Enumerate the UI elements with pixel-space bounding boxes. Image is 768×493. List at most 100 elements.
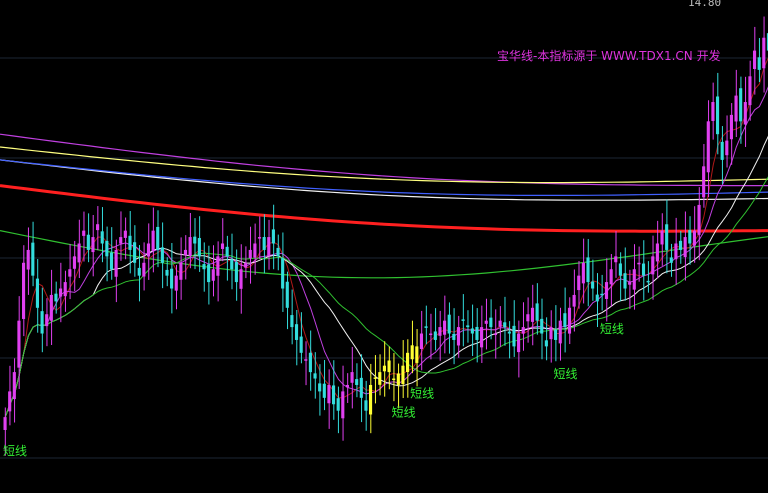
candle-body — [739, 88, 743, 122]
candle-body — [688, 230, 692, 244]
candle-body — [170, 268, 174, 289]
candle-body — [216, 256, 220, 276]
candle-body — [406, 352, 410, 373]
candle-body — [396, 373, 400, 385]
candle-body — [359, 377, 363, 398]
candle-body — [382, 365, 386, 372]
candle-body — [757, 57, 761, 70]
candle-body — [443, 320, 447, 335]
candle-body — [581, 262, 585, 284]
candle-body — [665, 224, 669, 250]
candle-body — [600, 293, 604, 296]
candle-body — [160, 247, 164, 263]
candle-body — [350, 372, 354, 383]
candle-body — [678, 240, 683, 250]
candle-body — [748, 76, 752, 106]
candle-body — [133, 242, 137, 263]
candle-body — [225, 246, 229, 257]
signal-label: 短线 — [410, 386, 434, 400]
candle-body — [336, 398, 340, 411]
candle-body — [572, 294, 576, 307]
candle-body — [31, 242, 35, 276]
signal-label: 短线 — [3, 444, 27, 458]
candle-body — [105, 240, 109, 257]
candle-body — [123, 230, 127, 238]
candle-body — [517, 333, 521, 353]
candle-body — [623, 273, 627, 289]
candle-body — [554, 329, 558, 340]
candle-body — [591, 281, 595, 289]
candle-body — [456, 327, 461, 346]
candle-body — [493, 333, 498, 336]
candle-body — [253, 243, 257, 258]
candle-body — [207, 264, 211, 283]
candle-body — [461, 319, 465, 321]
candle-body — [646, 280, 650, 283]
candle-body — [595, 294, 599, 302]
candle-body — [401, 365, 405, 385]
candle-body — [577, 275, 581, 291]
candle-body — [378, 372, 382, 385]
top-price-label: 14.80 — [688, 0, 722, 9]
candle-body — [452, 333, 456, 340]
candle-body — [429, 333, 433, 336]
candle-body — [549, 327, 553, 340]
signal-label: 短线 — [554, 367, 578, 381]
candle-body — [109, 252, 114, 270]
candle-body — [40, 311, 44, 334]
candle-body — [308, 352, 312, 373]
candle-body — [614, 256, 618, 263]
candle-body — [503, 322, 507, 328]
candle-body — [322, 383, 326, 398]
candle-body — [59, 288, 63, 297]
candle-body — [63, 282, 67, 297]
candle-body — [720, 141, 724, 160]
candle-body — [202, 264, 206, 270]
candle-body — [290, 315, 294, 328]
candle-body — [137, 267, 141, 276]
candle-body — [433, 331, 437, 340]
candle-body — [341, 391, 345, 419]
watermark-text: 宝华线-本指标源于 WWW.TDX1.CN 开发 — [497, 49, 721, 63]
candle-body — [179, 262, 183, 280]
candle-body — [368, 384, 373, 415]
candle-body — [281, 258, 285, 289]
candle-body — [49, 294, 53, 321]
candle-body — [22, 262, 26, 319]
candle-body — [674, 243, 678, 260]
candle-body — [743, 102, 747, 125]
candle-body — [211, 269, 215, 281]
candle-body — [373, 377, 377, 379]
candle-body — [188, 237, 192, 256]
candle-body — [96, 224, 100, 231]
candle-body — [725, 140, 729, 156]
candle-body — [165, 269, 169, 276]
candle-body — [480, 327, 484, 348]
candle-body — [683, 237, 687, 258]
candle-body — [271, 229, 275, 244]
candle-body — [563, 313, 567, 328]
candle-body — [299, 336, 303, 353]
candle-body — [35, 278, 40, 308]
candle-body — [294, 324, 299, 340]
candle-body — [729, 114, 733, 140]
candle-body — [234, 261, 238, 283]
candle-body — [331, 385, 336, 405]
candle-body — [45, 314, 49, 327]
candle-body — [276, 247, 280, 257]
candle-body — [632, 269, 636, 290]
candle-body — [475, 326, 479, 340]
candle-body — [655, 243, 659, 262]
candle-body — [54, 293, 58, 302]
candle-body — [540, 318, 544, 334]
candle-body — [364, 400, 368, 411]
candle-body — [248, 249, 252, 259]
candle-body — [257, 237, 262, 239]
candle-body — [313, 373, 317, 379]
signal-label: 短线 — [392, 406, 416, 420]
candle-body — [544, 340, 548, 347]
candle-body — [702, 166, 706, 198]
candle-body — [507, 331, 511, 334]
candle-body — [415, 346, 419, 363]
candle-body — [419, 333, 424, 349]
